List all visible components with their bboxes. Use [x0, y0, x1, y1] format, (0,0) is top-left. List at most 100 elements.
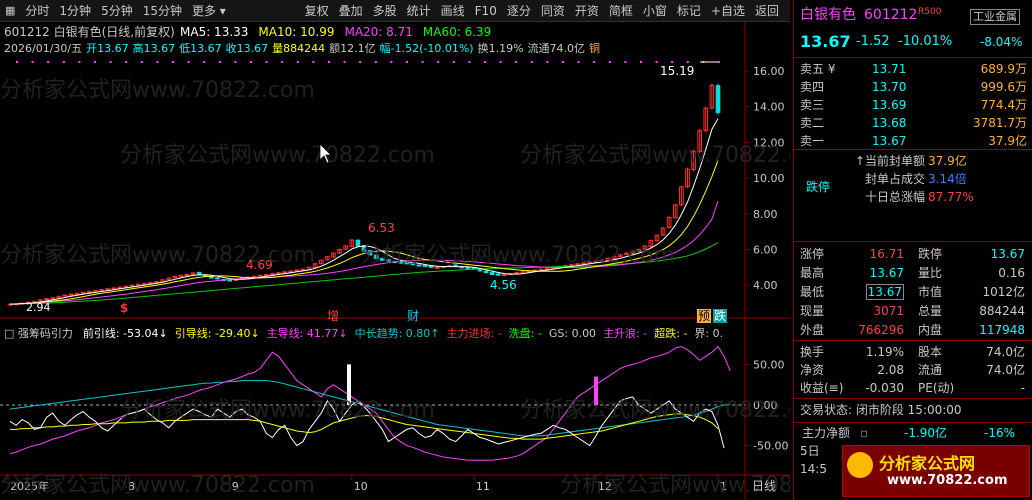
indicator-name[interactable]: □ 强筹码引力	[4, 327, 73, 340]
event-marker-die[interactable]: 跌	[713, 309, 728, 323]
toolbar-item-7[interactable]: 同资	[536, 0, 570, 22]
grid-menu-icon[interactable]: ▦	[0, 0, 20, 22]
quote-panel: 白银有色 601212 R500 工业金属 13.67 -1.52 -10.01…	[793, 0, 1032, 500]
stat-label: 跌停	[918, 247, 943, 261]
period-tab-2[interactable]: 5分钟	[96, 0, 138, 22]
toolbar-item-12[interactable]: +自选	[706, 0, 750, 22]
event-marker-zeng[interactable]: 增	[327, 309, 339, 323]
stat-value: 13.67	[869, 266, 904, 280]
y-tick-label: 8.00	[753, 208, 778, 221]
y-tick-label: 10.00	[753, 172, 785, 185]
ask-row[interactable]: 卖五 ¥ 13.71 689.9万	[794, 60, 1032, 78]
limit-info-row: ↑当前封单额 37.9亿	[794, 152, 1032, 170]
ohlc-field: 低13.67	[179, 42, 222, 55]
ind-y-tick-label: -50.00	[753, 440, 788, 453]
ask-volume: 774.4万	[980, 98, 1027, 112]
ohlc-field: 2026/01/30/五	[4, 42, 83, 55]
x-axis-period[interactable]: 日线	[752, 479, 776, 493]
stat-label: 总量	[918, 304, 943, 318]
period-tab-3[interactable]: 15分钟	[138, 0, 187, 22]
limit-dot-marker	[343, 61, 346, 63]
limit-dot-marker	[593, 61, 596, 63]
indicator-legend-item: GS: 0.00	[548, 327, 597, 340]
stat2-row: 净资 2.08 流通 74.0亿	[794, 361, 1032, 379]
indicator-legend-item: 前引线: -53.04↓	[82, 327, 168, 340]
ohlc-field: 量884244	[272, 42, 326, 55]
toolbar-item-11[interactable]: 标记	[672, 0, 706, 22]
toolbar-item-4[interactable]: 画线	[436, 0, 470, 22]
toolbar-item-6[interactable]: 逐分	[502, 0, 536, 22]
ask-row[interactable]: 卖四 13.70 999.6万	[794, 78, 1032, 96]
limit-info-row: 封单占成交 3.14倍	[794, 170, 1032, 188]
main-net-bar-icon: ▫	[860, 426, 869, 440]
candle-body	[276, 272, 281, 275]
limit-dot-marker	[359, 61, 362, 63]
ask-label: 卖四	[800, 80, 825, 94]
current-price: 13.67	[800, 32, 851, 51]
candle-body	[215, 277, 220, 280]
event-marker-s: $	[120, 301, 128, 315]
toolbar-item-13[interactable]: 返回	[750, 0, 784, 22]
stat-value: -0.030	[865, 381, 904, 395]
kline-chart-svg[interactable]: 16.0014.0012.0010.008.006.004.0050.000.0…	[0, 22, 790, 500]
toolbar-item-1[interactable]: 叠加	[334, 0, 368, 22]
stat-label: 外盘	[800, 323, 825, 337]
limit-dot-marker	[250, 61, 252, 63]
period-tab-0[interactable]: 分时	[20, 0, 54, 22]
x-tick-label: 11	[476, 480, 490, 493]
day-range-label[interactable]: 5日	[800, 442, 820, 460]
stock-name: 白银有色	[800, 7, 856, 23]
limit-dot-marker	[47, 61, 50, 63]
toolbar-item-9[interactable]: 简框	[604, 0, 638, 22]
ohlc-field: 高13.67	[132, 42, 176, 55]
candle-body	[123, 285, 129, 288]
limit-info-label: ↑当前封单额	[854, 154, 925, 168]
ask-row[interactable]: 卖二 13.68 3781.7万	[794, 114, 1032, 132]
stat-value: 0.16	[998, 266, 1025, 280]
limit-dot-marker	[203, 61, 206, 63]
event-marker-cai[interactable]: 财	[407, 309, 419, 323]
stat-label: 股本	[918, 345, 943, 359]
kline-chart-area[interactable]: 16.00 14.00 12.00 10.00 8.00 6.00 4.00 50.00 0.0…	[0, 22, 790, 500]
limit-dot-marker	[156, 61, 159, 63]
limit-dot-marker	[406, 61, 408, 63]
stat-value: -	[1020, 381, 1025, 395]
ask-volume: 3781.7万	[973, 116, 1027, 130]
main-net-pct: -16%	[984, 426, 1016, 440]
toolbar-item-10[interactable]: 小窗	[638, 0, 672, 22]
ma-legend-item: MA10: 10.99	[258, 25, 335, 39]
stat-value: 117948	[979, 323, 1025, 337]
period-tab-1[interactable]: 1分钟	[54, 0, 96, 22]
chart-toolbar: ▦ 分时 1分钟 5分钟 15分钟 更多 ▾ 复权 叠加 多股 统计 画线 F10 逐分 同资 开资 简框 小窗…	[0, 0, 790, 22]
ask-volume: 999.6万	[980, 80, 1027, 94]
candle-body	[154, 281, 159, 284]
event-marker-yu[interactable]: 预	[697, 309, 712, 323]
ohlc-field: 开13.67	[86, 42, 129, 55]
price-label-low: 4.56	[490, 278, 517, 292]
watermark-text: 分析家公式网www.70822.com	[0, 78, 315, 103]
limit-dot-marker	[281, 61, 284, 63]
toolbar-item-5[interactable]: F10	[470, 0, 502, 22]
watermark-text: 分析家公式网www.70822.com	[120, 398, 435, 423]
stat-value: 2.08	[877, 363, 904, 377]
stat-value: 74.0亿	[986, 363, 1025, 377]
toolbar-item-8[interactable]: 开资	[570, 0, 604, 22]
stat-row: 最高 13.67 量比 0.16	[794, 264, 1032, 282]
limit-dot-marker	[686, 61, 689, 63]
logo-globe-icon	[847, 452, 873, 478]
toolbar-item-0[interactable]: 复权	[300, 0, 334, 22]
stat-label: 最高	[800, 266, 825, 280]
toolbar-item-3[interactable]: 统计	[402, 0, 436, 22]
indicator-legend-item: 主力进场: -	[446, 327, 502, 340]
indicator-legend-item: 引导线: -29.40↓	[174, 327, 260, 340]
ask-price: 13.69	[872, 98, 907, 112]
period-tab-4[interactable]: 更多 ▾	[187, 0, 231, 22]
ask-row[interactable]: 卖三 13.69 774.4万	[794, 96, 1032, 114]
limit-dot-marker	[437, 61, 440, 63]
stat-value: 16.71	[869, 247, 904, 261]
toolbar-item-2[interactable]: 多股	[368, 0, 402, 22]
stat-label: 内盘	[918, 323, 943, 337]
watermark-text: 分析家公式网www.70822.com	[520, 143, 790, 168]
sector-tag[interactable]: 工业金属	[970, 9, 1020, 25]
ask-row[interactable]: 卖一 13.67 37.9亿	[794, 132, 1032, 150]
